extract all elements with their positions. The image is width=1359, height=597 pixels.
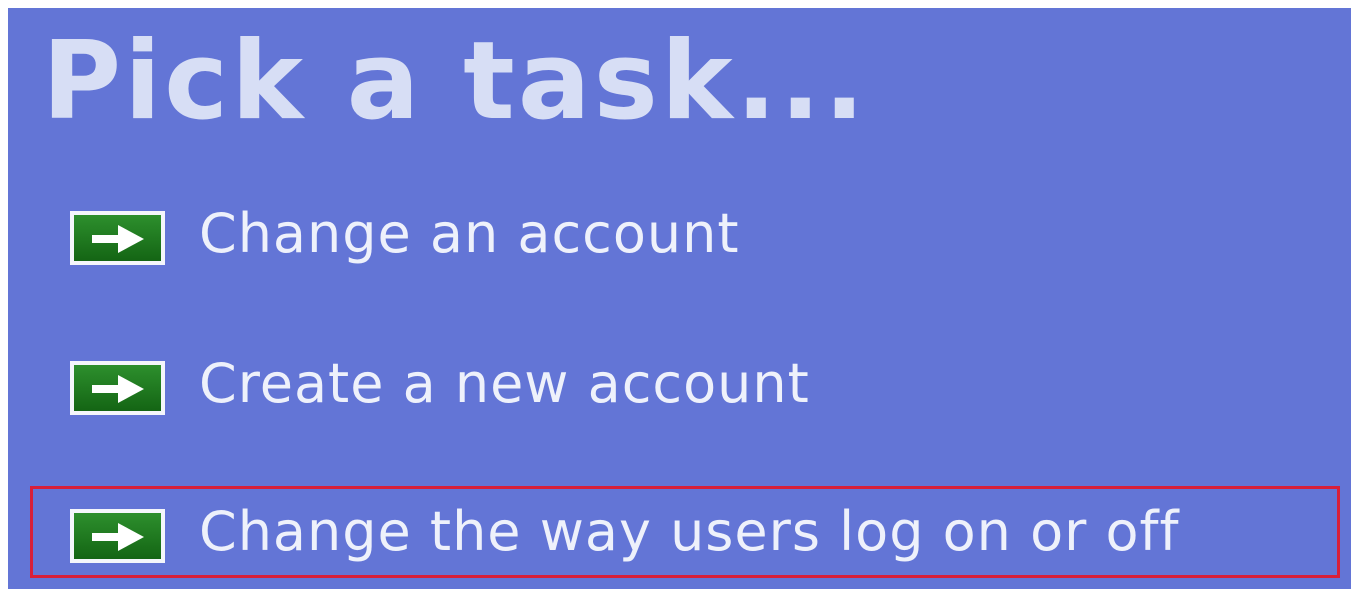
task-label[interactable]: Change the way users log on or off — [199, 499, 1180, 565]
pick-a-task-panel: Pick a task... Change an account Create … — [8, 8, 1351, 589]
arrow-right-icon — [92, 225, 144, 253]
task-label[interactable]: Change an account — [199, 201, 740, 267]
task-change-account[interactable]: Change an account — [30, 188, 1340, 280]
task-label[interactable]: Create a new account — [199, 351, 810, 417]
green-arrow-icon[interactable] — [70, 361, 165, 415]
task-change-logon-logoff[interactable]: Change the way users log on or off — [30, 486, 1340, 578]
task-create-account[interactable]: Create a new account — [30, 338, 1340, 430]
arrow-right-icon — [92, 375, 144, 403]
page-title: Pick a task... — [42, 19, 868, 144]
arrow-right-icon — [92, 523, 144, 551]
green-arrow-icon[interactable] — [70, 211, 165, 265]
green-arrow-icon[interactable] — [70, 509, 165, 563]
